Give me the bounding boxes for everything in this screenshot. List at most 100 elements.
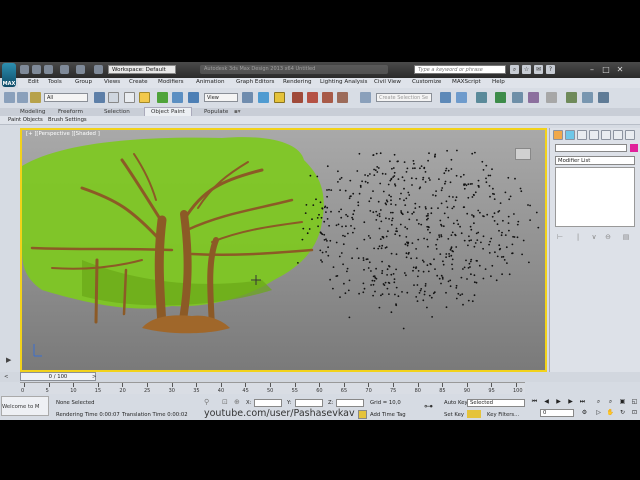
absolute-mode-icon[interactable]: ⊕: [234, 398, 244, 406]
help-icon[interactable]: ?: [546, 65, 555, 74]
align-icon[interactable]: [456, 92, 467, 103]
tab-selection[interactable]: Selection: [104, 108, 130, 116]
remove-modifier-icon[interactable]: ⊖: [604, 234, 612, 241]
isolate-selection-icon[interactable]: ⚲: [204, 398, 216, 406]
schematic-view-icon[interactable]: [528, 92, 539, 103]
render-production-icon[interactable]: [598, 92, 609, 103]
menu-rendering[interactable]: Rendering: [283, 79, 312, 85]
zoom-extents-icon[interactable]: ▣: [618, 398, 627, 406]
time-slider-prev-icon[interactable]: <: [4, 374, 18, 382]
orbit-icon[interactable]: ↻: [618, 409, 627, 417]
menu-help[interactable]: Help: [492, 79, 505, 85]
menu-views[interactable]: Views: [104, 79, 120, 85]
menu-graph-editors[interactable]: Graph Editors: [236, 79, 274, 85]
pin-stack-icon[interactable]: ⊢: [556, 234, 564, 241]
reference-coordinate-dropdown[interactable]: View: [204, 93, 238, 102]
binoculars-icon[interactable]: ⌕: [510, 65, 519, 74]
z-coord-field[interactable]: [336, 399, 364, 407]
project-folder-icon[interactable]: [94, 65, 103, 74]
menu-tools[interactable]: Tools: [48, 79, 62, 85]
go-to-end-icon[interactable]: ⏭: [578, 398, 587, 406]
wrench-icon[interactable]: [625, 130, 635, 140]
redo-icon[interactable]: [76, 65, 85, 74]
select-object-icon[interactable]: [94, 92, 105, 103]
close-button[interactable]: ✕: [614, 64, 626, 75]
mirror-icon[interactable]: [440, 92, 451, 103]
keyboard-shortcut-override-icon[interactable]: [274, 92, 285, 103]
tab-populate[interactable]: Populate: [204, 108, 228, 116]
save-icon[interactable]: [44, 65, 53, 74]
show-end-result-icon[interactable]: |: [574, 234, 582, 241]
menu-create[interactable]: Create: [129, 79, 148, 85]
pan-icon[interactable]: ✋: [606, 409, 615, 417]
rendered-frame-window-icon[interactable]: [582, 92, 593, 103]
menu-animation[interactable]: Animation: [196, 79, 225, 85]
utilities-tab-icon[interactable]: [613, 130, 623, 140]
display-tab-icon[interactable]: [601, 130, 611, 140]
play-icon[interactable]: ▶: [554, 398, 563, 406]
menu-group[interactable]: Group: [75, 79, 92, 85]
spinner-snap-icon[interactable]: [337, 92, 348, 103]
key-mode-dropdown[interactable]: Selected: [467, 399, 525, 407]
open-icon[interactable]: [32, 65, 41, 74]
perspective-viewport[interactable]: [+ ][Perspective ][Shaded ]: [20, 128, 547, 372]
rectangular-selection-icon[interactable]: [124, 92, 135, 103]
current-frame-field[interactable]: 0: [540, 409, 574, 417]
bind-space-warp-icon[interactable]: [30, 92, 41, 103]
snaps-toggle-icon[interactable]: [292, 92, 303, 103]
graphite-toggle-icon[interactable]: [495, 92, 506, 103]
time-slider-next-icon[interactable]: >: [92, 374, 100, 382]
mini-curve-toggle[interactable]: [0, 382, 20, 394]
x-coord-field[interactable]: [254, 399, 282, 407]
field-of-view-icon[interactable]: ▷: [594, 409, 603, 417]
application-logo[interactable]: MAX: [2, 63, 16, 87]
motion-tab-icon[interactable]: [589, 130, 599, 140]
communication-icon[interactable]: ✉: [534, 65, 543, 74]
menu-edit[interactable]: Edit: [28, 79, 39, 85]
hierarchy-tab-icon[interactable]: [577, 130, 587, 140]
object-name-input[interactable]: [555, 144, 627, 152]
object-color-swatch[interactable]: [630, 144, 638, 152]
curve-editor-icon[interactable]: [512, 92, 523, 103]
play-preview-icon[interactable]: ▶: [6, 356, 14, 364]
key-filters-button[interactable]: Key Filters...: [487, 412, 519, 418]
modify-tab-icon[interactable]: [565, 130, 575, 140]
layer-manager-icon[interactable]: [476, 92, 487, 103]
select-manipulate-icon[interactable]: [258, 92, 269, 103]
pivot-center-icon[interactable]: [242, 92, 253, 103]
previous-frame-icon[interactable]: ◀: [542, 398, 551, 406]
tab-object-paint[interactable]: Object Paint: [144, 107, 192, 116]
maximize-button[interactable]: □: [600, 64, 612, 75]
next-frame-icon[interactable]: ▶: [566, 398, 575, 406]
time-tag-icon[interactable]: [358, 410, 367, 419]
modifier-list-dropdown[interactable]: Modifier List: [555, 156, 635, 165]
scale-icon[interactable]: [188, 92, 199, 103]
make-unique-icon[interactable]: ∨: [590, 234, 598, 241]
viewport-label[interactable]: [+ ][Perspective ][Shaded ]: [26, 131, 100, 137]
window-crossing-icon[interactable]: [139, 92, 150, 103]
maximize-toggle-icon[interactable]: ⊡: [630, 409, 639, 417]
set-key-button[interactable]: Set Key: [444, 412, 464, 418]
brush-settings-panel[interactable]: Brush Settings: [48, 116, 87, 124]
zoom-icon[interactable]: ⌕: [594, 398, 603, 406]
selection-lock-icon[interactable]: ⊡: [222, 398, 232, 406]
search-input[interactable]: Type a keyword or phrase: [414, 65, 506, 74]
menu-civil-view[interactable]: Civil View: [374, 79, 401, 85]
time-slider[interactable]: 0 / 100: [20, 372, 96, 381]
ribbon-options-icon[interactable]: ▪▾: [234, 108, 241, 116]
paint-objects-panel[interactable]: Paint Objects: [8, 116, 43, 124]
selection-filter-dropdown[interactable]: All: [44, 93, 88, 102]
set-key-icon[interactable]: [467, 410, 481, 418]
maximize-viewport-icon[interactable]: ◱: [630, 398, 639, 406]
workspace-dropdown[interactable]: Workspace: Default: [108, 65, 176, 74]
named-selection-dropdown[interactable]: Create Selection Se: [376, 93, 432, 102]
link-icon[interactable]: [4, 92, 15, 103]
new-icon[interactable]: [20, 65, 29, 74]
time-config-icon[interactable]: ⚙: [580, 409, 589, 417]
minimize-button[interactable]: –: [586, 64, 598, 75]
percent-snap-icon[interactable]: [322, 92, 333, 103]
auto-key-button[interactable]: Auto Key: [444, 400, 468, 406]
modifier-stack[interactable]: [555, 167, 635, 227]
key-icon[interactable]: ⊶: [424, 402, 438, 412]
subscription-icon[interactable]: ☆: [522, 65, 531, 74]
